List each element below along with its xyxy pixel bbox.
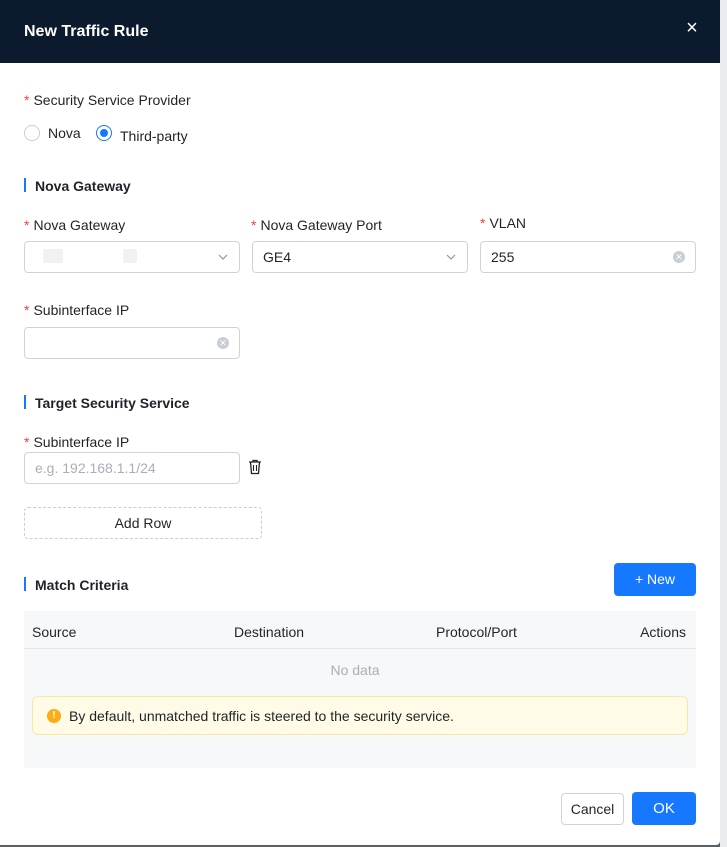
nova-gateway-label: * Nova Gateway [24,217,126,233]
nova-gateway-value [35,248,217,266]
cancel-button[interactable]: Cancel [561,793,624,825]
vlan-label: * VLAN [480,215,527,231]
nova-gateway-select[interactable] [24,241,240,273]
column-header-destination: Destination [234,624,305,640]
vlan-input[interactable]: 255 ✕ [480,241,696,273]
section-title-target-security-service: Target Security Service [24,394,190,412]
column-header-protocol-port: Protocol/Port [436,624,517,640]
new-match-criteria-button[interactable]: + New [614,563,696,596]
trash-icon[interactable] [248,459,262,475]
nova-gateway-port-label: * Nova Gateway Port [251,217,382,233]
section-title-nova-gateway: Nova Gateway [24,177,131,195]
radio-third-party-label: Third-party [120,128,188,144]
column-header-source: Source [32,624,77,640]
subinterface-ip-label: * Subinterface IP [24,302,130,318]
target-subinterface-ip-label: * Subinterface IP [24,434,130,450]
subinterface-ip-input[interactable]: ✕ [24,327,240,359]
vlan-value: 255 [491,249,515,265]
close-icon[interactable]: × [682,18,702,38]
radio-checked-icon [96,125,112,141]
match-criteria-table: Source Destination Protocol/Port Actions… [24,611,696,768]
add-row-button[interactable]: Add Row [24,507,262,539]
radio-nova[interactable]: Nova [24,125,81,141]
dialog-header: New Traffic Rule × [0,0,720,63]
table-header: Source Destination Protocol/Port Actions [24,611,696,649]
nova-gateway-port-value: GE4 [263,249,292,265]
ok-button[interactable]: OK [632,792,696,825]
nova-gateway-port-select[interactable]: GE4 [252,241,468,273]
chevron-down-icon [446,254,456,260]
warning-icon: ! [47,708,61,723]
dialog-title: New Traffic Rule [24,23,149,40]
background-page [720,0,727,847]
alert-text: By default, unmatched traffic is steered… [69,707,454,724]
radio-nova-label: Nova [48,125,81,141]
column-header-actions: Actions [640,624,686,640]
new-traffic-rule-dialog: New Traffic Rule × * Security Service Pro… [0,0,720,845]
radio-third-party[interactable]: Third-party [96,125,188,144]
default-traffic-alert: ! By default, unmatched traffic is steer… [32,696,688,735]
target-subinterface-ip-input[interactable]: e.g. 192.168.1.1/24 [24,452,240,484]
section-title-match-criteria: Match Criteria [24,576,128,594]
chevron-down-icon [218,254,228,260]
clear-icon[interactable]: ✕ [673,251,685,263]
target-subinterface-ip-placeholder: e.g. 192.168.1.1/24 [35,460,156,476]
clear-icon[interactable]: ✕ [217,337,229,349]
empty-state-text: No data [330,662,380,678]
radio-unchecked-icon [24,125,40,141]
provider-label: * Security Service Provider [24,92,191,108]
